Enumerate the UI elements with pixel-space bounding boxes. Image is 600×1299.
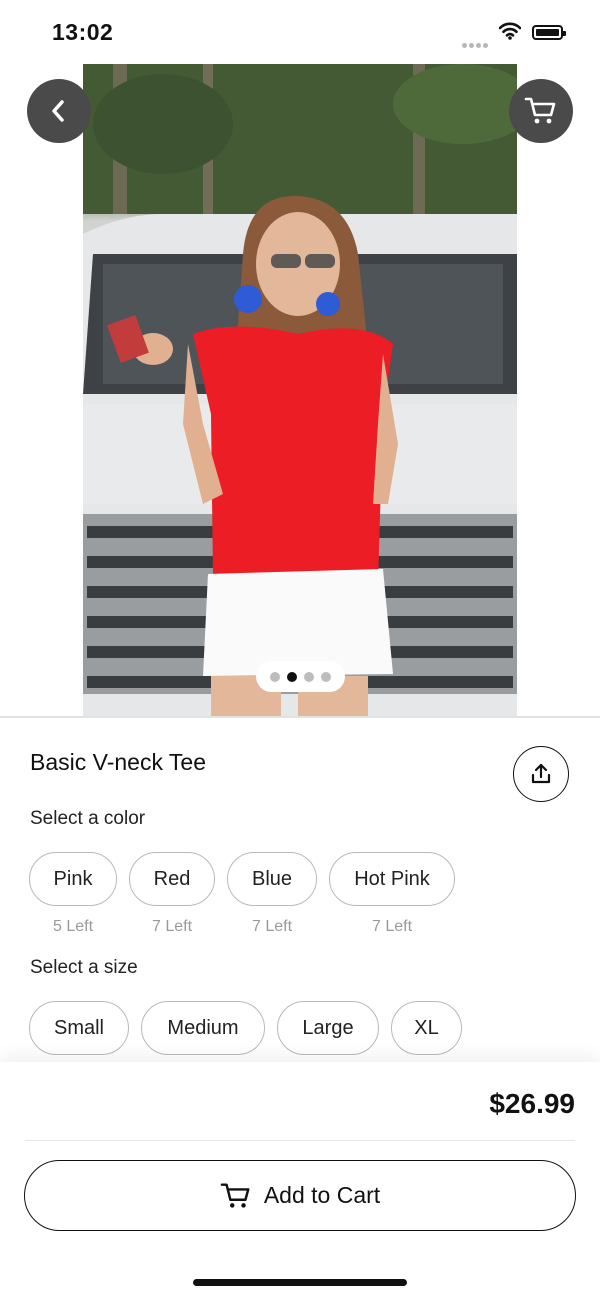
stock-count-red: 7 Left — [151, 918, 193, 935]
color-option-red[interactable]: Red — [129, 852, 215, 906]
pager-dot[interactable] — [304, 671, 314, 682]
product-title: Basic V-neck Tee — [30, 749, 207, 775]
share-button[interactable] — [513, 746, 569, 802]
signal-icon — [462, 35, 490, 53]
carousel-pager[interactable] — [256, 661, 345, 692]
color-option-blue[interactable]: Blue — [227, 852, 317, 906]
pager-dot[interactable] — [270, 671, 280, 682]
size-option-xl[interactable]: XL — [391, 1001, 462, 1055]
share-icon — [531, 763, 551, 784]
divider — [0, 716, 600, 718]
product-photo-illustration — [83, 64, 517, 716]
stock-count-blue: 7 Left — [251, 918, 293, 935]
stock-count-pink: 5 Left — [52, 918, 94, 935]
stock-count-hot-pink: 7 Left — [371, 918, 413, 935]
color-section-label: Select a color — [30, 808, 146, 829]
battery-icon — [532, 25, 566, 40]
divider — [25, 1140, 575, 1141]
color-option-pink[interactable]: Pink — [29, 852, 117, 906]
cart-icon — [524, 97, 556, 124]
add-to-cart-label: Add to Cart — [263, 1182, 381, 1208]
product-image-carousel[interactable] — [0, 64, 600, 716]
back-button[interactable] — [27, 79, 91, 143]
size-option-small[interactable]: Small — [29, 1001, 129, 1055]
color-option-hot-pink[interactable]: Hot Pink — [329, 852, 455, 906]
cart-button[interactable] — [509, 79, 573, 143]
status-bar: 13:02 — [0, 0, 600, 64]
pager-dot[interactable] — [321, 671, 331, 682]
add-to-cart-button[interactable]: Add to Cart — [24, 1160, 576, 1231]
chevron-left-icon — [52, 100, 64, 122]
size-section-label: Select a size — [30, 957, 138, 978]
cart-icon — [220, 1182, 250, 1208]
product-photo — [83, 64, 517, 716]
home-indicator[interactable] — [193, 1279, 407, 1286]
product-price: $26.99 — [489, 1088, 575, 1119]
wifi-icon — [499, 22, 521, 40]
size-option-medium[interactable]: Medium — [141, 1001, 265, 1055]
status-time: 13:02 — [52, 19, 114, 45]
size-option-large[interactable]: Large — [277, 1001, 379, 1055]
pager-dot-active[interactable] — [287, 671, 297, 682]
